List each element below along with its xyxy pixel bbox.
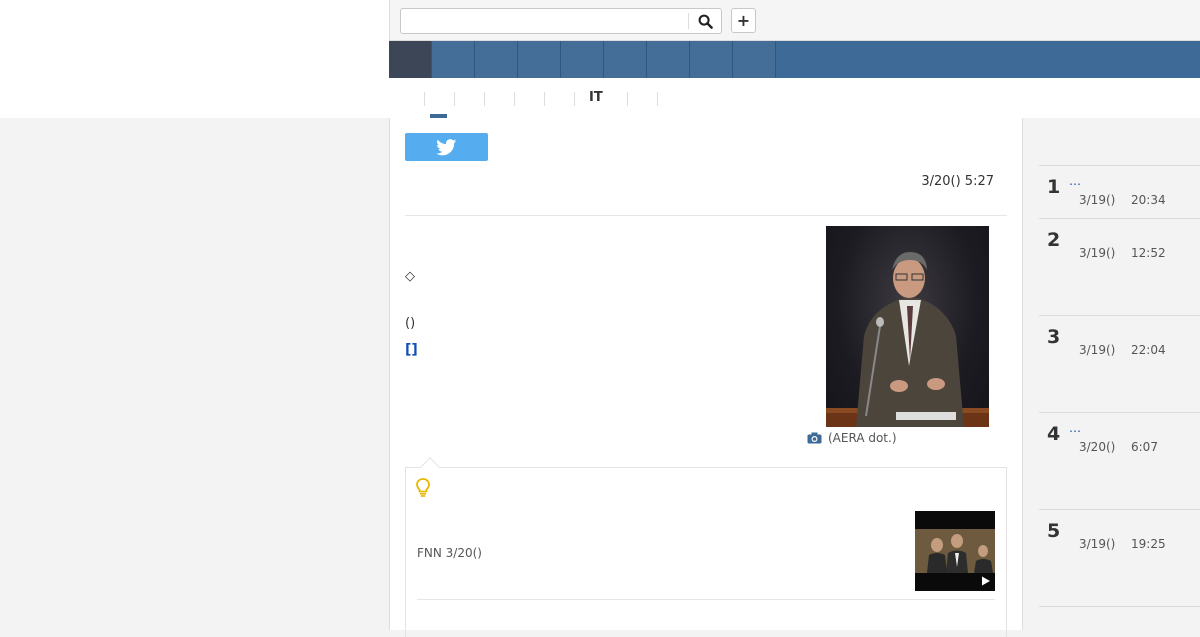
related-video-box: FNN 3/20() xyxy=(405,467,1007,637)
sub-nav xyxy=(389,78,1200,118)
rank-time: 22:04 xyxy=(1131,343,1166,357)
twitter-icon xyxy=(436,138,457,155)
sub-nav-divider xyxy=(424,92,425,106)
nav-item[interactable] xyxy=(647,41,690,78)
photo-illustration xyxy=(826,252,989,427)
ranking-item[interactable]: 4 … 3/20() 6:07 xyxy=(1039,412,1200,509)
sub-nav-divider xyxy=(627,92,628,106)
nav-item[interactable] xyxy=(604,41,647,78)
sub-nav-divider xyxy=(484,92,485,106)
nav-item[interactable] xyxy=(432,41,475,78)
search-bar: + xyxy=(389,0,1200,41)
video-thumbnail[interactable] xyxy=(915,511,995,591)
nav-item[interactable] xyxy=(561,41,604,78)
search-icon xyxy=(698,14,713,29)
twitter-share-button[interactable] xyxy=(405,133,488,161)
nav-item[interactable] xyxy=(518,41,561,78)
sub-nav-divider xyxy=(574,92,575,106)
photo-caption: (AERA dot.) xyxy=(807,431,897,445)
sub-nav-divider xyxy=(514,92,515,106)
ranking-item[interactable]: 2 3/19() 12:52 xyxy=(1039,218,1200,315)
rank-title[interactable]: … xyxy=(1069,174,1081,188)
rank-date: 3/19() xyxy=(1079,537,1116,551)
rank-time: 6:07 xyxy=(1131,440,1158,454)
rank-number: 4 xyxy=(1047,423,1061,445)
ranking-item[interactable]: 5 3/19() 19:25 xyxy=(1039,509,1200,606)
ranking-item[interactable]: 1 … 3/19() 20:34 xyxy=(1039,165,1200,218)
article-main: 3/20() 5:27 ◇ () [] (AERA dot.) FNN 3/20… xyxy=(389,118,1023,637)
photo-caption-text: (AERA dot.) xyxy=(828,431,897,445)
search-input[interactable] xyxy=(401,9,688,33)
article-date: 3/20() 5:27 xyxy=(921,174,994,189)
divider xyxy=(417,599,995,600)
article-link[interactable]: [] xyxy=(405,342,418,358)
rank-number: 3 xyxy=(1047,326,1061,348)
rank-date: 3/19() xyxy=(1079,343,1116,357)
camera-icon xyxy=(807,432,822,444)
nav-item[interactable] xyxy=(475,41,518,78)
rank-number: 1 xyxy=(1047,176,1061,198)
nav-item[interactable] xyxy=(733,41,776,78)
video-source: FNN 3/20() xyxy=(417,546,482,560)
rank-date: 3/19() xyxy=(1079,246,1116,260)
search-button[interactable] xyxy=(689,9,721,33)
rank-time: 20:34 xyxy=(1131,193,1166,207)
sub-nav-item-it[interactable]: IT xyxy=(589,90,603,108)
sub-nav-divider xyxy=(454,92,455,106)
add-button[interactable]: + xyxy=(731,8,756,33)
rank-date: 3/20() xyxy=(1079,440,1116,454)
play-icon xyxy=(982,576,990,586)
sub-nav-divider xyxy=(657,92,658,106)
ranking-item[interactable]: 3 3/19() 22:04 xyxy=(1039,315,1200,412)
rank-time: 19:25 xyxy=(1131,537,1166,551)
rank-title[interactable]: … xyxy=(1069,421,1081,435)
rank-number: 5 xyxy=(1047,520,1061,542)
nav-item[interactable] xyxy=(690,41,733,78)
nav-item-home[interactable] xyxy=(389,41,432,78)
search-box xyxy=(400,8,722,34)
article-source-text: () xyxy=(405,316,416,331)
sub-nav-divider xyxy=(544,92,545,106)
divider xyxy=(405,215,1007,216)
section-marker: ◇ xyxy=(405,269,415,284)
ranking-item-divider xyxy=(1039,606,1200,630)
lightbulb-icon xyxy=(416,478,430,497)
rank-time: 12:52 xyxy=(1131,246,1166,260)
article-photo[interactable] xyxy=(826,226,989,427)
main-nav xyxy=(389,41,1200,78)
ranking-sidebar: 1 … 3/19() 20:34 2 3/19() 12:52 3 3/19()… xyxy=(1039,118,1200,630)
rank-date: 3/19() xyxy=(1079,193,1116,207)
rank-number: 2 xyxy=(1047,229,1061,251)
